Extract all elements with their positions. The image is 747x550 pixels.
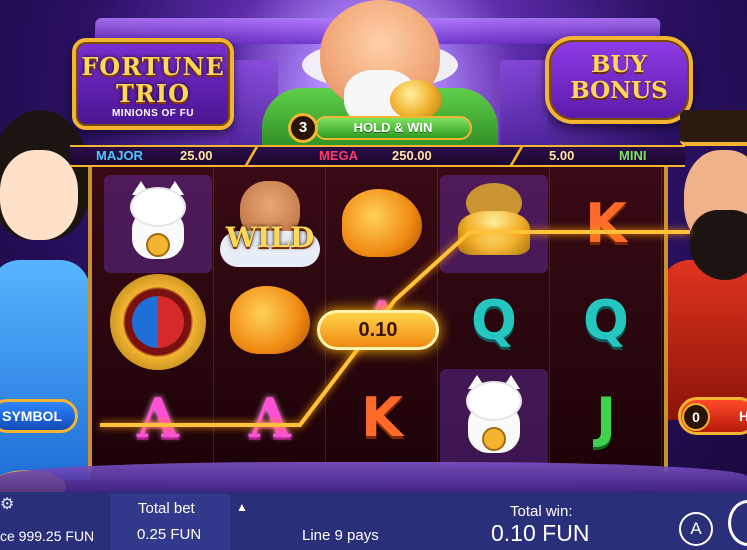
reel-cell-gold-ingot — [440, 175, 548, 273]
logo-line2: TRIO — [116, 79, 190, 108]
reel-cell-Q: Q — [552, 272, 660, 370]
reel-cell-K: K — [552, 175, 660, 273]
jackpot-mega-value: 250.00 — [392, 148, 432, 163]
jackpot-bar: MAJOR 25.00 MEGA 250.00 5.00 MINI — [70, 145, 685, 167]
jackpot-separator — [508, 145, 525, 167]
right-counter: 0 H — [678, 397, 747, 435]
reel-cell-A: A — [104, 369, 212, 467]
reel-4: Q — [438, 167, 550, 472]
gold-ingot-symbol — [458, 211, 530, 255]
girl-robe — [0, 260, 90, 480]
symbol-k: K — [585, 192, 627, 255]
symbol-a: A — [249, 386, 291, 450]
lucky-cat-symbol — [126, 181, 190, 261]
koi-fish-symbol — [230, 286, 310, 354]
total-win-label: Total win: — [510, 503, 573, 520]
jackpot-major-label: MAJOR — [96, 148, 143, 163]
reel-cell-Q: Q — [440, 272, 548, 370]
buy-bonus-line2: BONUS — [570, 77, 668, 104]
wild-text: WILD — [225, 221, 315, 254]
warrior-hat — [680, 110, 747, 146]
lucky-cat-coin — [146, 233, 170, 257]
reel-cell-K: K — [328, 369, 436, 467]
girl-face — [0, 150, 78, 240]
reel-5: K Q J — [550, 167, 662, 472]
game-logo: FORTUNE TRIO MINIONS OF FU — [72, 38, 234, 130]
jackpot-separator — [243, 145, 260, 167]
right-counter-label: H — [739, 408, 747, 424]
jackpot-major-value: 25.00 — [180, 148, 213, 163]
warrior-robe — [660, 260, 747, 420]
slot-game-stage: FORTUNE TRIO MINIONS OF FU BUY BONUS HOL… — [0, 0, 747, 550]
reel-2: WILD A — [214, 167, 326, 472]
symbol-k: K — [361, 386, 403, 449]
right-counter-value: 0 — [682, 403, 710, 431]
lucky-cat-coin — [482, 427, 506, 451]
buy-bonus-line1: BUY — [591, 51, 647, 78]
yin-yang-symbol — [110, 274, 206, 370]
hold-and-win-indicator: HOLD & WIN 3 — [288, 113, 472, 143]
logo-subtitle: MINIONS OF FU — [111, 108, 195, 119]
yin-yang-core — [132, 296, 184, 348]
koi-fish-symbol — [342, 189, 422, 257]
jackpot-mini-label: MINI — [619, 148, 647, 163]
symbol-j: J — [595, 386, 617, 449]
reel-cell-lucky-cat — [440, 369, 548, 467]
reel-cell-lucky-cat — [104, 175, 212, 273]
reel-cell-J: J — [552, 369, 660, 467]
total-bet-label: Total bet — [138, 500, 195, 517]
symbol-a: A — [137, 386, 179, 450]
line-win-amount: 0.10 — [317, 310, 439, 350]
arrow-up-icon[interactable]: ▲ — [236, 500, 250, 514]
reel-cell-koi-fish — [328, 175, 436, 273]
hold-and-win-count: 3 — [288, 113, 318, 143]
hold-and-win-label: HOLD & WIN — [314, 116, 472, 140]
reel-1: A — [102, 167, 214, 472]
symbol-q: Q — [583, 289, 629, 352]
logo-line1: FORTUNE — [81, 52, 225, 81]
line-pays-text: Line 9 pays — [302, 527, 379, 544]
autoplay-icon[interactable]: A — [679, 512, 713, 546]
balance-text: ce 999.25 FUN — [0, 528, 95, 544]
jackpot-mini-value: 5.00 — [549, 148, 575, 163]
wild-symbol: WILD — [216, 175, 324, 273]
symbol-button[interactable]: SYMBOL — [0, 399, 78, 433]
total-bet-value: 0.25 FUN — [137, 526, 202, 543]
lucky-cat-symbol — [462, 375, 526, 455]
reel-cell-yin-yang — [104, 272, 212, 370]
lucky-cat-head — [466, 381, 522, 421]
lucky-cat-head — [130, 187, 186, 227]
total-win-value: 0.10 FUN — [491, 520, 590, 546]
symbol-q: Q — [471, 289, 517, 352]
gear-icon[interactable]: ⚙ — [0, 496, 14, 514]
reel-cell-wild: WILD — [216, 175, 324, 273]
reel-cell-A: A — [216, 369, 324, 467]
jackpot-mega-label: MEGA — [319, 148, 358, 163]
reel-cell-koi-fish — [216, 272, 324, 370]
